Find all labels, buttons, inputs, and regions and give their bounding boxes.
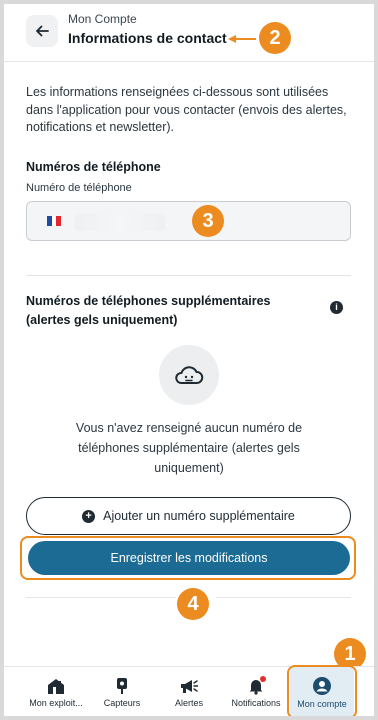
- sensor-icon: [117, 677, 127, 694]
- phone-section-title: Numéros de téléphone: [26, 160, 161, 174]
- section-divider: [26, 275, 351, 276]
- top-header: Mon Compte Informations de contact 2: [4, 4, 374, 62]
- tab-alertes[interactable]: Alertes: [164, 667, 214, 716]
- tab-mon-exploitation[interactable]: Mon exploit...: [20, 667, 92, 716]
- empty-state-text: Vous n'avez renseigné aucun numéro de té…: [75, 421, 303, 475]
- farm-icon: [48, 678, 64, 694]
- footer-divider-right: [216, 597, 351, 598]
- tab-label: Alertes: [174, 697, 203, 708]
- megaphone-icon: [181, 679, 199, 693]
- tab-capteurs[interactable]: Capteurs: [96, 667, 148, 716]
- save-button-label: Enregistrer les modifications: [110, 551, 268, 565]
- extra-phones-section-title: Numéros de téléphones supplémentaires (a…: [26, 294, 271, 327]
- app-screen: Mon Compte Informations de contact 2 Les…: [4, 4, 374, 716]
- page-title: Informations de contact: [68, 30, 227, 46]
- callout-badge-2: 2: [259, 22, 291, 54]
- tab-notifications[interactable]: Notifications: [226, 667, 286, 716]
- callout-badge-4: 4: [177, 588, 209, 620]
- add-phone-button-label: Ajouter un numéro supplémentaire: [103, 509, 295, 523]
- tab-label: Mon exploit...: [29, 697, 83, 708]
- footer-divider-left: [26, 597, 176, 598]
- flag-fr-icon: [47, 216, 62, 226]
- plus-icon: +: [82, 509, 96, 523]
- back-button[interactable]: [26, 15, 58, 47]
- empty-state-illustration: [159, 345, 219, 405]
- tab-label: Notifications: [231, 697, 281, 708]
- notification-badge: [260, 676, 266, 682]
- breadcrumb: Mon Compte: [68, 12, 137, 26]
- cloud-sad-icon: [175, 366, 204, 384]
- tab-label: Capteurs: [103, 697, 141, 708]
- phone-field-label: Numéro de téléphone: [26, 182, 132, 194]
- add-phone-button[interactable]: + Ajouter un numéro supplémentaire: [26, 497, 351, 535]
- info-icon[interactable]: i: [330, 301, 343, 314]
- arrow-left-icon: [36, 25, 49, 37]
- intro-text: Les informations renseignées ci-dessous …: [26, 85, 347, 134]
- tab-highlight: [287, 665, 357, 716]
- bottom-tab-bar: Mon exploit... Capteurs Alertes Notifica…: [4, 665, 374, 716]
- phone-value-redacted: [75, 213, 165, 231]
- save-button[interactable]: Enregistrer les modifications: [28, 541, 350, 575]
- phone-input[interactable]: 3: [26, 201, 351, 241]
- callout-badge-3: 3: [192, 205, 224, 237]
- callout-arrowhead-icon: [228, 35, 236, 43]
